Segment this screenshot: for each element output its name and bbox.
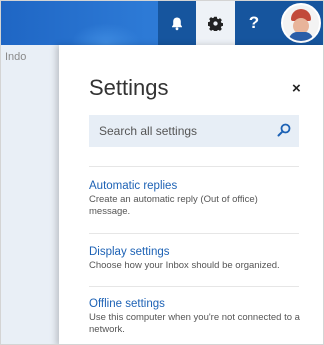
account-button[interactable] <box>273 1 323 45</box>
search-box[interactable] <box>89 115 299 147</box>
settings-item-title[interactable]: Automatic replies <box>89 179 301 193</box>
page-title: Settings <box>89 75 169 100</box>
divider <box>89 166 299 167</box>
settings-item-description: Choose how your Inbox should be organize… <box>89 260 280 271</box>
top-bar: ? <box>1 1 323 45</box>
folder-label-partial[interactable]: Indo <box>5 51 26 63</box>
bell-icon <box>172 17 182 30</box>
app-window: ? Indo Settings × Automatic replies Crea… <box>0 0 324 345</box>
search-input[interactable] <box>97 123 279 139</box>
search-icon[interactable] <box>277 123 291 137</box>
notifications-button[interactable] <box>158 1 196 45</box>
settings-item-description: Use this computer when you're not connec… <box>89 312 300 335</box>
header-decoration <box>71 23 141 45</box>
help-icon: ? <box>248 13 260 32</box>
divider <box>89 233 299 234</box>
settings-item-description: Create an automatic reply (Out of office… <box>89 194 258 217</box>
avatar <box>281 3 321 43</box>
close-button[interactable]: × <box>292 81 301 97</box>
gear-icon <box>208 16 223 31</box>
mail-folder-pane: Indo <box>1 45 59 344</box>
settings-item-display-settings[interactable]: Display settings Choose how your Inbox s… <box>89 245 301 272</box>
settings-button[interactable] <box>196 1 235 45</box>
help-button[interactable]: ? <box>235 1 273 45</box>
settings-item-automatic-replies[interactable]: Automatic replies Create an automatic re… <box>89 179 301 218</box>
settings-item-title[interactable]: Display settings <box>89 245 301 259</box>
divider <box>89 286 299 287</box>
settings-item-title[interactable]: Offline settings <box>89 297 301 311</box>
settings-item-offline-settings[interactable]: Offline settings Use this computer when … <box>89 297 301 336</box>
settings-panel: Settings × Automatic replies Create an a… <box>59 45 323 344</box>
